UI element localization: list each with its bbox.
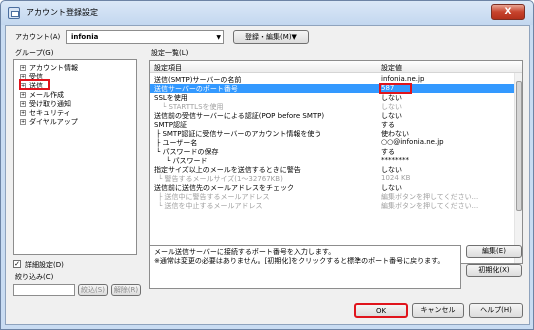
description-panel: メール送信サーバーに接続するポート番号を入力します。 ※通常は変更の必要はありま… bbox=[149, 245, 461, 289]
filter-button[interactable]: 絞込(S) bbox=[78, 284, 108, 296]
filter-label: 絞り込み(C) bbox=[15, 273, 54, 281]
help-button[interactable]: ヘルプ(H) bbox=[469, 303, 523, 318]
header-item: 設定項目 bbox=[154, 64, 182, 72]
description-text: メール送信サーバーに接続するポート番号を入力します。 ※通常は変更の必要はありま… bbox=[154, 248, 445, 265]
send-highlight-box bbox=[19, 79, 50, 90]
table-row[interactable]: ├ 送信中に警告するメールアドレス 編集ボタンを押してください... bbox=[150, 192, 514, 201]
table-row[interactable]: ├ ユーザー名 ○○@infonia.ne.jp bbox=[150, 138, 514, 147]
clear-button[interactable]: 解除(R) bbox=[111, 284, 141, 296]
cancel-button[interactable]: キャンセル bbox=[412, 303, 464, 318]
list-header: 設定項目 設定値 bbox=[150, 61, 522, 73]
table-row[interactable]: └ STARTTLSを使用 しない bbox=[150, 102, 514, 111]
scrollbar-thumb[interactable] bbox=[516, 81, 522, 211]
table-row[interactable]: 送信前に送信先のメールアドレスをチェック しない bbox=[150, 183, 514, 192]
table-row[interactable]: 送信(SMTP)サーバーの名前 infonia.ne.jp bbox=[150, 75, 514, 84]
list-scrollbar[interactable] bbox=[514, 73, 522, 263]
table-row[interactable]: ├ SMTP認証に受信サーバーのアカウント情報を使う 使わない bbox=[150, 129, 514, 138]
account-value: infonia bbox=[71, 33, 99, 41]
detail-settings-label: 詳細設定(D) bbox=[25, 261, 64, 269]
table-row[interactable]: SMTP認証 する bbox=[150, 120, 514, 129]
window-title: アカウント登録設定 bbox=[26, 8, 98, 17]
tree-item-account-info[interactable]: + アカウント情報 bbox=[20, 63, 78, 72]
chevron-down-icon: ▼ bbox=[216, 34, 221, 41]
table-row[interactable]: └ 警告するメールサイズ(1～32767KB) 1024 KB bbox=[150, 174, 514, 183]
tree-item-compose[interactable]: + メール作成 bbox=[20, 90, 64, 99]
account-select[interactable]: infonia ▼ bbox=[66, 30, 224, 44]
expand-icon[interactable]: + bbox=[20, 65, 26, 71]
group-tree: + アカウント情報 + 受信 + 送信 + メール作成 + 受け取り通知 + セキュリティ … bbox=[13, 59, 137, 255]
filter-input[interactable] bbox=[13, 284, 75, 296]
register-edit-button[interactable]: 登録・編集(M)▼ bbox=[233, 30, 309, 44]
dialog-window: アカウント登録設定 X アカウント(A) infonia ▼ 登録・編集(M)▼… bbox=[0, 0, 534, 330]
expand-icon[interactable]: + bbox=[20, 119, 26, 125]
edit-button[interactable]: 編集(E) bbox=[466, 245, 522, 258]
expand-icon[interactable]: + bbox=[20, 92, 26, 98]
expand-icon[interactable]: + bbox=[20, 101, 26, 107]
port-highlight-box bbox=[379, 83, 412, 94]
table-row[interactable]: 送信前の受信サーバーによる認証(POP before SMTP) しない bbox=[150, 111, 514, 120]
settings-label: 設定一覧(L) bbox=[151, 49, 189, 57]
table-row[interactable]: └ 送信を中止するメールアドレス 編集ボタンを押してください... bbox=[150, 201, 514, 210]
tree-item-security[interactable]: + セキュリティ bbox=[20, 108, 71, 117]
title-bar: アカウント登録設定 X bbox=[1, 1, 533, 25]
tree-item-receipt-notice[interactable]: + 受け取り通知 bbox=[20, 99, 71, 108]
table-row[interactable]: └ パスワードの保存 する bbox=[150, 147, 514, 156]
table-row[interactable]: 指定サイズ以上のメールを送信するときに警告 しない bbox=[150, 165, 514, 174]
account-label: アカウント(A) bbox=[15, 33, 61, 41]
table-row[interactable]: └ パスワード ******** bbox=[150, 156, 514, 165]
app-icon bbox=[8, 7, 20, 19]
settings-list: 設定項目 設定値 送信(SMTP)サーバーの名前 infonia.ne.jp 送信… bbox=[149, 60, 523, 264]
expand-icon[interactable]: + bbox=[20, 110, 26, 116]
header-value: 設定値 bbox=[381, 64, 402, 72]
group-label: グループ(G) bbox=[15, 49, 54, 57]
ok-button[interactable]: OK bbox=[354, 303, 408, 318]
dialog-content: アカウント(A) infonia ▼ 登録・編集(M)▼ グループ(G) + アカ… bbox=[5, 25, 530, 325]
tree-item-dialup[interactable]: + ダイヤルアップ bbox=[20, 117, 78, 126]
close-button[interactable]: X bbox=[491, 4, 525, 20]
detail-settings-checkbox[interactable]: ✓ bbox=[13, 260, 21, 268]
init-button[interactable]: 初期化(X) bbox=[466, 264, 522, 277]
table-row[interactable]: SSLを使用 しない bbox=[150, 93, 514, 102]
table-row-selected[interactable]: 送信サーバーのポート番号 587 bbox=[150, 84, 514, 93]
